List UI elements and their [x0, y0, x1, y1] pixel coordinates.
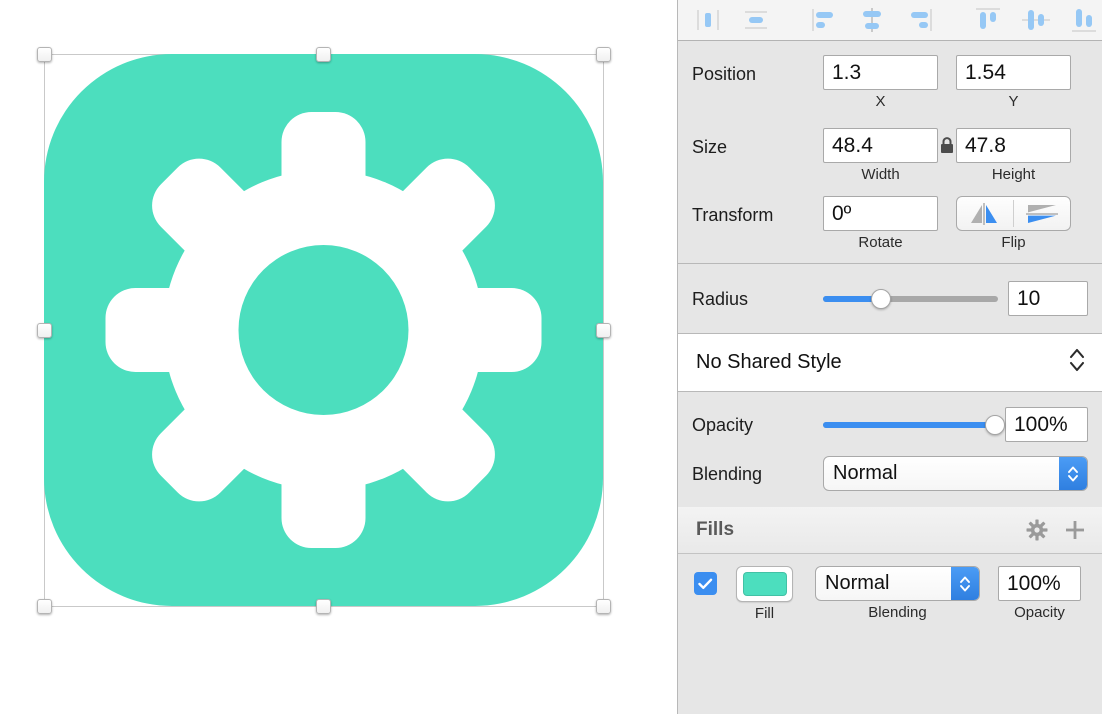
fills-section-header: Fills: [678, 507, 1102, 554]
align-group-primary: [684, 3, 780, 37]
align-group-vertical: [964, 3, 1102, 37]
radius-input[interactable]: 10: [1008, 281, 1088, 316]
transform-label: Transform: [692, 205, 774, 225]
fill-blending-value: Normal: [825, 572, 890, 594]
distribute-vertical-icon[interactable]: [1060, 3, 1102, 37]
align-center-horizontal-icon[interactable]: [732, 3, 780, 37]
opacity-slider-fill: [823, 421, 995, 428]
distribute-horizontal-icon[interactable]: [1012, 3, 1060, 37]
position-y-sublabel: Y: [1008, 93, 1019, 110]
align-right-icon[interactable]: [800, 3, 848, 37]
blending-row: Blending Normal: [678, 451, 1102, 507]
inspector-panel: Position 1.3 X 1.54 Y Size 48.4 Width 47…: [677, 0, 1102, 714]
transform-rotate-group: 0º Rotate: [823, 196, 938, 251]
position-spacer: [938, 55, 956, 64]
position-label: Position: [692, 64, 757, 84]
fill-color-swatch: [742, 572, 787, 596]
opacity-slider-track[interactable]: [823, 414, 1005, 435]
selection-handle-middle-left[interactable]: [37, 323, 52, 338]
flip-group-wrap: Flip: [956, 196, 1071, 251]
align-toolbar: [678, 0, 1102, 41]
flip-sublabel: Flip: [1001, 234, 1026, 251]
selection-handle-bottom-right[interactable]: [596, 599, 611, 614]
checkmark-icon: [698, 578, 713, 589]
position-row: Position 1.3 X 1.54 Y: [678, 41, 1102, 114]
position-x-input[interactable]: 1.3: [823, 55, 938, 90]
shared-style-label: No Shared Style: [696, 351, 842, 373]
fill-opacity-group: 100% Opacity: [998, 566, 1081, 621]
position-y-input[interactable]: 1.54: [956, 55, 1071, 90]
align-bottom-edge-icon[interactable]: [896, 3, 944, 37]
align-top-icon[interactable]: [964, 3, 1012, 37]
fill-enabled-checkbox[interactable]: [694, 572, 717, 595]
chevron-up-down-icon[interactable]: [1068, 347, 1086, 378]
canvas-area[interactable]: [0, 0, 677, 714]
fill-blending-select[interactable]: Normal: [815, 566, 980, 601]
radius-label: Radius: [692, 288, 749, 309]
size-width-sublabel: Width: [861, 166, 900, 183]
align-middle-icon[interactable]: [848, 3, 896, 37]
shared-style-row[interactable]: No Shared Style: [678, 333, 1102, 392]
size-height-input[interactable]: 47.8: [956, 128, 1071, 163]
size-row: Size 48.4 Width 47.8 Height: [678, 114, 1102, 183]
radius-slider-knob[interactable]: [870, 288, 891, 309]
opacity-slider[interactable]: [823, 407, 1005, 442]
selection-handle-top-center[interactable]: [316, 47, 331, 62]
blending-select-value: Normal: [833, 462, 898, 484]
size-width-group: 48.4 Width: [823, 128, 938, 183]
fill-item-row: Fill Normal Blending 100% Opacity: [678, 554, 1102, 622]
transform-spacer: [938, 196, 956, 205]
radius-row: Radius 10: [678, 264, 1102, 333]
gear-icon: [105, 112, 542, 548]
stepper-up-down-icon[interactable]: [1059, 457, 1087, 490]
plus-icon[interactable]: [1064, 519, 1086, 541]
fill-blending-sublabel: Blending: [868, 604, 927, 621]
selection-handle-bottom-left[interactable]: [37, 599, 52, 614]
flip-horizontal-icon[interactable]: [957, 197, 1013, 230]
opacity-input[interactable]: 100%: [1005, 407, 1088, 442]
transform-row: Transform 0º Rotate Flip: [678, 183, 1102, 263]
stepper-up-down-icon[interactable]: [951, 567, 979, 600]
fills-title: Fills: [696, 519, 735, 540]
fill-sublabel: Fill: [754, 605, 775, 622]
position-x-group: 1.3 X: [823, 55, 938, 110]
size-height-sublabel: Height: [991, 166, 1036, 183]
flip-button-group: [956, 196, 1071, 231]
selected-shape[interactable]: [44, 54, 603, 606]
flip-vertical-icon[interactable]: [1014, 197, 1070, 230]
fill-opacity-input[interactable]: 100%: [998, 566, 1081, 601]
fill-blending-group: Normal Blending: [815, 566, 980, 621]
rotate-input[interactable]: 0º: [823, 196, 938, 231]
opacity-label: Opacity: [692, 414, 754, 435]
size-label: Size: [692, 137, 728, 157]
sketch-window: Position 1.3 X 1.54 Y Size 48.4 Width 47…: [0, 0, 1102, 714]
rounded-rectangle-shape[interactable]: [44, 54, 603, 606]
fill-color-button[interactable]: [736, 566, 793, 602]
selection-handle-middle-right[interactable]: [596, 323, 611, 338]
blending-label: Blending: [692, 463, 763, 484]
lock-closed-icon[interactable]: [938, 128, 956, 154]
gear-icon[interactable]: [1026, 519, 1048, 541]
fill-opacity-sublabel: Opacity: [1014, 604, 1065, 621]
size-width-input[interactable]: 48.4: [823, 128, 938, 163]
rotate-sublabel: Rotate: [858, 234, 903, 251]
selection-handle-top-right[interactable]: [596, 47, 611, 62]
position-y-group: 1.54 Y: [956, 55, 1071, 110]
selection-handle-top-left[interactable]: [37, 47, 52, 62]
blending-select[interactable]: Normal: [823, 456, 1088, 491]
fill-color-group: Fill: [736, 566, 793, 622]
align-left-icon[interactable]: [684, 3, 732, 37]
opacity-slider-knob[interactable]: [985, 414, 1005, 435]
align-group-secondary: [800, 3, 944, 37]
radius-slider-track[interactable]: [823, 288, 998, 309]
opacity-row: Opacity 100%: [678, 392, 1102, 451]
radius-slider[interactable]: [823, 281, 1008, 316]
size-height-group: 47.8 Height: [956, 128, 1071, 183]
position-x-sublabel: X: [875, 93, 886, 110]
selection-handle-bottom-center[interactable]: [316, 599, 331, 614]
